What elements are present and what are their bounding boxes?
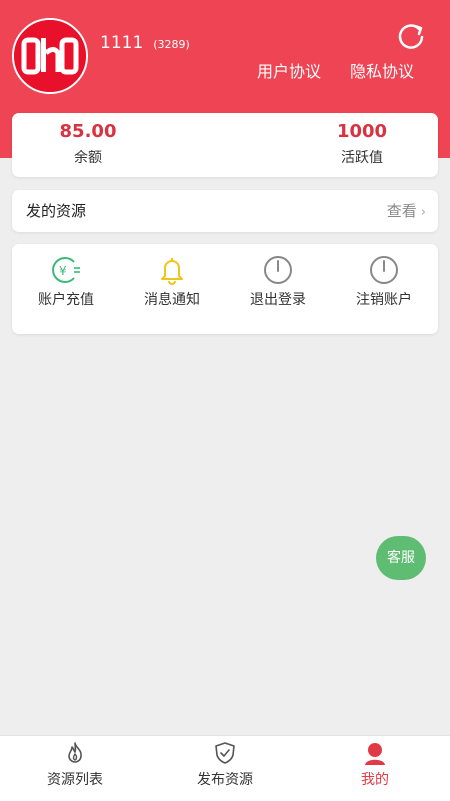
recharge-button[interactable]: ¥ 账户充值 [16, 244, 116, 334]
balance-stat[interactable]: 85.00 余额 [8, 113, 168, 167]
actions-card: ¥ 账户充值 消息通知 退出登录 注销账户 [12, 244, 438, 334]
view-resources-link[interactable]: 查看 › [387, 200, 426, 221]
recharge-icon: ¥ [50, 254, 82, 286]
chevron-right-icon: › [420, 205, 426, 220]
username-text: 1111 [100, 33, 144, 53]
customer-service-button[interactable]: 客服 [376, 536, 426, 580]
tab-resource-list-label: 资源列表 [47, 772, 103, 788]
bell-icon [156, 254, 188, 286]
tab-publish-resource-label: 发布资源 [197, 772, 253, 788]
activity-value: 1000 [336, 121, 388, 142]
avatar[interactable] [12, 18, 88, 94]
power-icon [368, 254, 400, 286]
oho-logo-icon [14, 20, 86, 92]
bottom-tab-bar: 资源列表 发布资源 我的 [0, 735, 450, 801]
activity-label: 活跃值 [341, 150, 383, 166]
logout-button[interactable]: 退出登录 [228, 244, 328, 334]
recharge-label: 账户充值 [38, 292, 94, 308]
logout-label: 退出登录 [250, 292, 306, 308]
user-icon [363, 741, 387, 765]
flame-icon [63, 741, 87, 765]
delete-account-button[interactable]: 注销账户 [334, 244, 434, 334]
tab-resource-list[interactable]: 资源列表 [0, 736, 150, 801]
svg-text:¥: ¥ [59, 264, 67, 278]
refresh-icon[interactable] [393, 17, 429, 53]
notifications-label: 消息通知 [144, 292, 200, 308]
balance-value: 85.00 [59, 121, 117, 142]
my-resources-row[interactable]: 发的资源 查看 › [12, 190, 438, 232]
my-resources-title: 发的资源 [26, 202, 87, 220]
stats-card: 85.00 余额 1000 活跃值 [12, 113, 438, 177]
power-icon [262, 254, 294, 286]
tab-mine[interactable]: 我的 [300, 736, 450, 801]
notifications-button[interactable]: 消息通知 [122, 244, 222, 334]
view-label: 查看 [386, 202, 417, 220]
user-agreement-link[interactable]: 用户协议 [257, 58, 321, 82]
activity-stat[interactable]: 1000 活跃值 [282, 113, 442, 167]
tab-mine-label: 我的 [361, 772, 389, 788]
balance-label: 余额 [74, 150, 102, 166]
username: 1111 (3289) [100, 33, 190, 53]
delete-account-label: 注销账户 [356, 292, 412, 308]
shield-check-icon [213, 741, 237, 765]
tab-publish-resource[interactable]: 发布资源 [150, 736, 300, 801]
privacy-policy-link[interactable]: 隐私协议 [350, 58, 414, 82]
user-id: (3289) [153, 38, 190, 51]
